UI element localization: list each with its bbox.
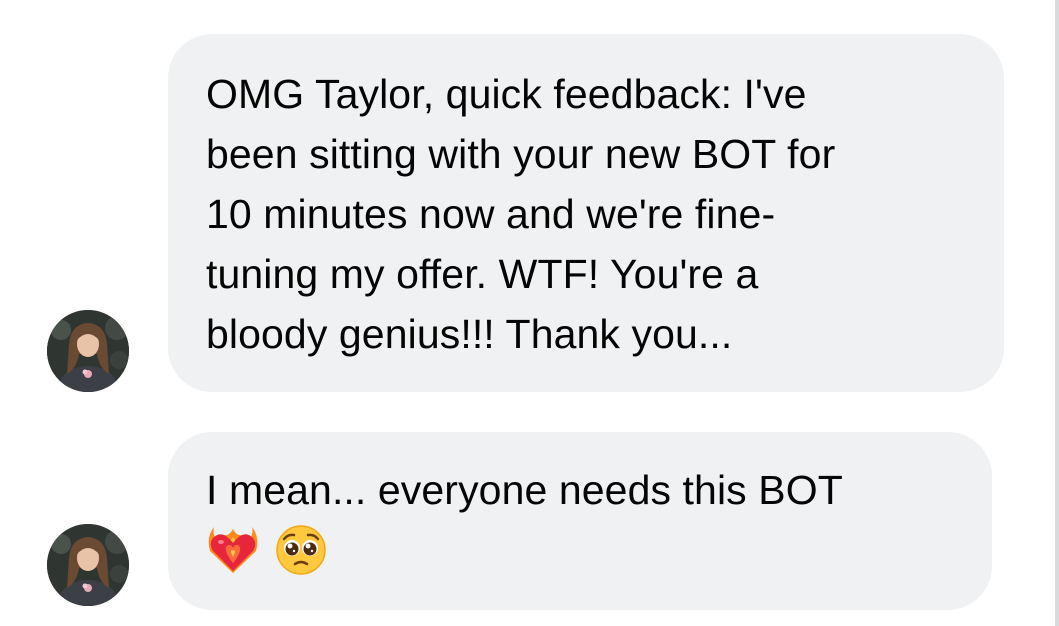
message-text-line: 10 minutes now and we're fine- [206, 191, 776, 237]
sender-avatar[interactable] [47, 310, 129, 392]
emoji-row [206, 520, 952, 580]
chat-thread: OMG Taylor, quick feedback: I've been si… [0, 0, 1059, 626]
message-text-line: bloody genius!!! Thank you... [206, 311, 733, 357]
message-bubble[interactable]: I mean... everyone needs this BOT [168, 432, 992, 610]
message-group-2: I mean... everyone needs this BOT [0, 432, 1059, 610]
sender-avatar[interactable] [47, 524, 129, 606]
heart-on-fire-icon [208, 527, 258, 573]
pleading-face-icon [276, 525, 326, 575]
message-text-line: I mean... everyone needs this BOT [206, 467, 843, 513]
window-edge [1055, 0, 1059, 626]
message-text-line: OMG Taylor, quick feedback: I've [206, 71, 807, 117]
message-text-line: tuning my offer. WTF! You're a [206, 251, 759, 297]
avatar-photo-icon [47, 524, 129, 606]
message-bubble[interactable]: OMG Taylor, quick feedback: I've been si… [168, 34, 1004, 392]
avatar-photo-icon [47, 310, 129, 392]
message-text-line: been sitting with your new BOT for [206, 131, 836, 177]
message-group-1: OMG Taylor, quick feedback: I've been si… [0, 34, 1059, 392]
